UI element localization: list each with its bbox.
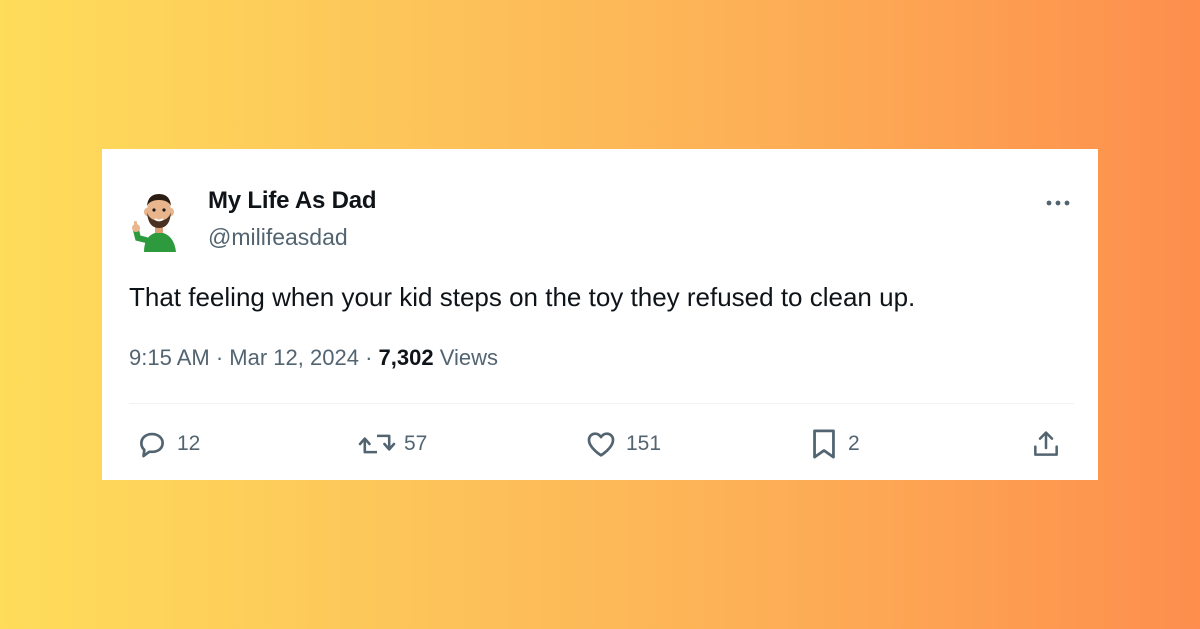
share-icon — [1034, 431, 1058, 456]
tweet-time[interactable]: 9:15 AM — [129, 345, 210, 370]
views-count[interactable]: 7,302 — [379, 345, 434, 370]
tweet-metadata: 9:15 AM · Mar 12, 2024 · 7,302 Views — [129, 345, 498, 371]
tweet-text: That feeling when your kid steps on the … — [129, 282, 916, 312]
tweet-date[interactable]: Mar 12, 2024 — [229, 345, 359, 370]
retweet-count: 57 — [404, 432, 428, 455]
views-label: Views — [439, 345, 498, 370]
heart-icon — [587, 432, 615, 457]
like-button[interactable]: 151 — [584, 424, 661, 464]
retweet-button[interactable]: 57 — [358, 424, 427, 464]
avatar-icon — [132, 194, 176, 252]
share-button[interactable] — [1030, 424, 1062, 464]
bookmark-count: 2 — [848, 432, 860, 455]
reply-button[interactable]: 12 — [135, 424, 200, 464]
user-handle[interactable]: @milifeasdad — [208, 224, 348, 251]
avatar[interactable] — [130, 188, 188, 252]
actions-divider — [129, 403, 1074, 404]
bookmark-button[interactable]: 2 — [808, 424, 860, 464]
bookmark-icon — [813, 429, 835, 459]
like-count: 151 — [626, 432, 662, 455]
meta-separator: · — [365, 345, 373, 370]
display-name[interactable]: My Life As Dad — [208, 187, 377, 215]
more-horizontal-icon — [1046, 200, 1070, 206]
more-options-button[interactable] — [1043, 188, 1073, 218]
reply-icon — [140, 432, 164, 458]
meta-separator: · — [215, 345, 224, 370]
retweet-icon — [358, 434, 396, 454]
reply-count: 12 — [177, 432, 201, 455]
